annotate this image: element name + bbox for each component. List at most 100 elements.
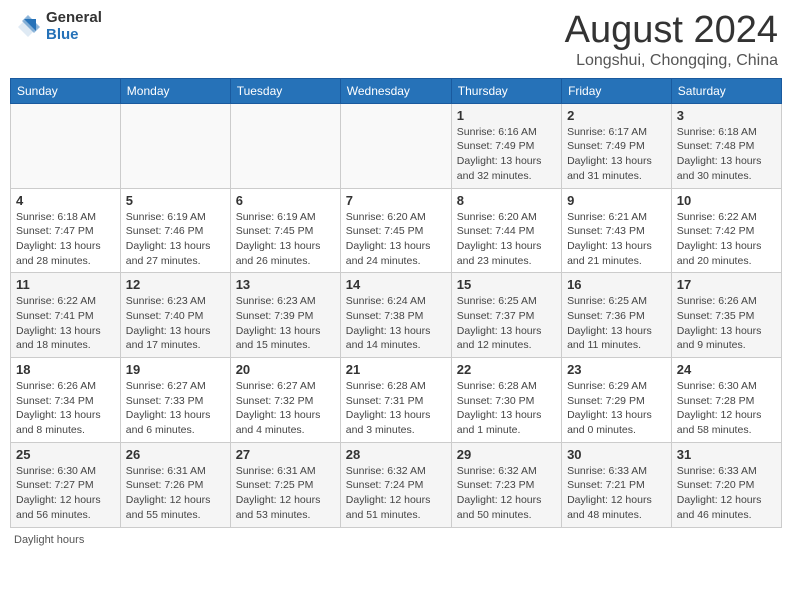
day-number: 21 (346, 362, 446, 377)
calendar-cell: 31 Sunrise: 6:33 AM Sunset: 7:20 PM Dayli… (671, 442, 781, 527)
footer: Daylight hours (10, 534, 782, 546)
calendar-cell: 26 Sunrise: 6:31 AM Sunset: 7:26 PM Dayli… (120, 442, 230, 527)
title-area: August 2024 Longshui, Chongqing, China (565, 10, 778, 70)
day-info: Sunrise: 6:32 AM Sunset: 7:24 PM Dayligh… (346, 464, 446, 523)
day-number: 31 (677, 447, 776, 462)
calendar-title: August 2024 (565, 10, 778, 52)
day-info: Sunrise: 6:27 AM Sunset: 7:33 PM Dayligh… (126, 379, 225, 438)
calendar-week-1: 1Sunrise: 6:16 AM Sunset: 7:49 PM Daylig… (11, 103, 782, 188)
day-info: Sunrise: 6:23 AM Sunset: 7:40 PM Dayligh… (126, 294, 225, 353)
day-info: Sunrise: 6:23 AM Sunset: 7:39 PM Dayligh… (236, 294, 335, 353)
calendar-cell: 14 Sunrise: 6:24 AM Sunset: 7:38 PM Dayli… (340, 273, 451, 358)
calendar-cell: 23 Sunrise: 6:29 AM Sunset: 7:29 PM Dayli… (562, 358, 672, 443)
daylight-label: Daylight hours (14, 534, 84, 546)
calendar-body: 1Sunrise: 6:16 AM Sunset: 7:49 PM Daylig… (11, 103, 782, 527)
calendar-cell: 5 Sunrise: 6:19 AM Sunset: 7:46 PM Daylig… (120, 188, 230, 273)
day-info: Sunrise: 6:31 AM Sunset: 7:25 PM Dayligh… (236, 464, 335, 523)
weekday-header-tuesday: Tuesday (230, 78, 340, 103)
calendar-cell (230, 103, 340, 188)
day-info: Sunrise: 6:28 AM Sunset: 7:30 PM Dayligh… (457, 379, 556, 438)
day-info: Sunrise: 6:26 AM Sunset: 7:35 PM Dayligh… (677, 294, 776, 353)
day-info: Sunrise: 6:20 AM Sunset: 7:44 PM Dayligh… (457, 210, 556, 269)
day-info: Sunrise: 6:33 AM Sunset: 7:20 PM Dayligh… (677, 464, 776, 523)
day-info: Sunrise: 6:17 AM Sunset: 7:49 PM Dayligh… (567, 125, 666, 184)
calendar-table: SundayMondayTuesdayWednesdayThursdayFrid… (10, 78, 782, 528)
calendar-cell: 2Sunrise: 6:17 AM Sunset: 7:49 PM Daylig… (562, 103, 672, 188)
calendar-cell: 22 Sunrise: 6:28 AM Sunset: 7:30 PM Dayli… (451, 358, 561, 443)
day-number: 23 (567, 362, 666, 377)
day-info: Sunrise: 6:30 AM Sunset: 7:27 PM Dayligh… (16, 464, 115, 523)
day-info: Sunrise: 6:28 AM Sunset: 7:31 PM Dayligh… (346, 379, 446, 438)
calendar-cell (340, 103, 451, 188)
calendar-week-4: 18Sunrise: 6:26 AM Sunset: 7:34 PM Dayli… (11, 358, 782, 443)
day-number: 27 (236, 447, 335, 462)
day-number: 5 (126, 193, 225, 208)
day-number: 20 (236, 362, 335, 377)
day-number: 3 (677, 108, 776, 123)
calendar-cell: 4Sunrise: 6:18 AM Sunset: 7:47 PM Daylig… (11, 188, 121, 273)
calendar-cell: 9 Sunrise: 6:21 AM Sunset: 7:43 PM Daylig… (562, 188, 672, 273)
day-info: Sunrise: 6:27 AM Sunset: 7:32 PM Dayligh… (236, 379, 335, 438)
day-info: Sunrise: 6:18 AM Sunset: 7:48 PM Dayligh… (677, 125, 776, 184)
day-info: Sunrise: 6:30 AM Sunset: 7:28 PM Dayligh… (677, 379, 776, 438)
calendar-cell: 10Sunrise: 6:22 AM Sunset: 7:42 PM Dayli… (671, 188, 781, 273)
day-number: 30 (567, 447, 666, 462)
calendar-cell: 25 Sunrise: 6:30 AM Sunset: 7:27 PM Dayli… (11, 442, 121, 527)
calendar-cell: 30 Sunrise: 6:33 AM Sunset: 7:21 PM Dayli… (562, 442, 672, 527)
calendar-cell: 16 Sunrise: 6:25 AM Sunset: 7:36 PM Dayli… (562, 273, 672, 358)
day-info: Sunrise: 6:21 AM Sunset: 7:43 PM Dayligh… (567, 210, 666, 269)
weekday-header-thursday: Thursday (451, 78, 561, 103)
day-number: 6 (236, 193, 335, 208)
weekday-header-row: SundayMondayTuesdayWednesdayThursdayFrid… (11, 78, 782, 103)
day-info: Sunrise: 6:29 AM Sunset: 7:29 PM Dayligh… (567, 379, 666, 438)
day-info: Sunrise: 6:22 AM Sunset: 7:41 PM Dayligh… (16, 294, 115, 353)
calendar-cell: 12 Sunrise: 6:23 AM Sunset: 7:40 PM Dayli… (120, 273, 230, 358)
weekday-header-friday: Friday (562, 78, 672, 103)
day-number: 7 (346, 193, 446, 208)
calendar-subtitle: Longshui, Chongqing, China (565, 52, 778, 70)
calendar-week-5: 25 Sunrise: 6:30 AM Sunset: 7:27 PM Dayli… (11, 442, 782, 527)
logo-blue-text: Blue (46, 27, 102, 44)
logo: General Blue (14, 10, 102, 43)
calendar-cell: 20 Sunrise: 6:27 AM Sunset: 7:32 PM Dayli… (230, 358, 340, 443)
day-info: Sunrise: 6:18 AM Sunset: 7:47 PM Dayligh… (16, 210, 115, 269)
day-number: 19 (126, 362, 225, 377)
calendar-cell: 11Sunrise: 6:22 AM Sunset: 7:41 PM Dayli… (11, 273, 121, 358)
day-info: Sunrise: 6:33 AM Sunset: 7:21 PM Dayligh… (567, 464, 666, 523)
day-number: 14 (346, 277, 446, 292)
day-info: Sunrise: 6:25 AM Sunset: 7:37 PM Dayligh… (457, 294, 556, 353)
day-number: 16 (567, 277, 666, 292)
calendar-cell: 24Sunrise: 6:30 AM Sunset: 7:28 PM Dayli… (671, 358, 781, 443)
weekday-header-wednesday: Wednesday (340, 78, 451, 103)
calendar-week-2: 4Sunrise: 6:18 AM Sunset: 7:47 PM Daylig… (11, 188, 782, 273)
day-info: Sunrise: 6:31 AM Sunset: 7:26 PM Dayligh… (126, 464, 225, 523)
day-number: 25 (16, 447, 115, 462)
day-number: 9 (567, 193, 666, 208)
calendar-cell: 6 Sunrise: 6:19 AM Sunset: 7:45 PM Daylig… (230, 188, 340, 273)
calendar-cell (120, 103, 230, 188)
day-number: 18 (16, 362, 115, 377)
calendar-cell: 3 Sunrise: 6:18 AM Sunset: 7:48 PM Daylig… (671, 103, 781, 188)
logo-icon (14, 13, 42, 41)
day-info: Sunrise: 6:20 AM Sunset: 7:45 PM Dayligh… (346, 210, 446, 269)
calendar-cell: 18Sunrise: 6:26 AM Sunset: 7:34 PM Dayli… (11, 358, 121, 443)
day-number: 22 (457, 362, 556, 377)
day-number: 28 (346, 447, 446, 462)
day-info: Sunrise: 6:25 AM Sunset: 7:36 PM Dayligh… (567, 294, 666, 353)
weekday-header-saturday: Saturday (671, 78, 781, 103)
day-number: 12 (126, 277, 225, 292)
day-number: 26 (126, 447, 225, 462)
day-info: Sunrise: 6:19 AM Sunset: 7:46 PM Dayligh… (126, 210, 225, 269)
day-number: 29 (457, 447, 556, 462)
day-number: 15 (457, 277, 556, 292)
day-info: Sunrise: 6:19 AM Sunset: 7:45 PM Dayligh… (236, 210, 335, 269)
calendar-cell: 13Sunrise: 6:23 AM Sunset: 7:39 PM Dayli… (230, 273, 340, 358)
logo-general-text: General (46, 10, 102, 27)
calendar-week-3: 11Sunrise: 6:22 AM Sunset: 7:41 PM Dayli… (11, 273, 782, 358)
weekday-header-sunday: Sunday (11, 78, 121, 103)
calendar-cell: 29Sunrise: 6:32 AM Sunset: 7:23 PM Dayli… (451, 442, 561, 527)
calendar-cell: 17 Sunrise: 6:26 AM Sunset: 7:35 PM Dayli… (671, 273, 781, 358)
day-number: 17 (677, 277, 776, 292)
logo-text: General Blue (46, 10, 102, 43)
day-info: Sunrise: 6:24 AM Sunset: 7:38 PM Dayligh… (346, 294, 446, 353)
